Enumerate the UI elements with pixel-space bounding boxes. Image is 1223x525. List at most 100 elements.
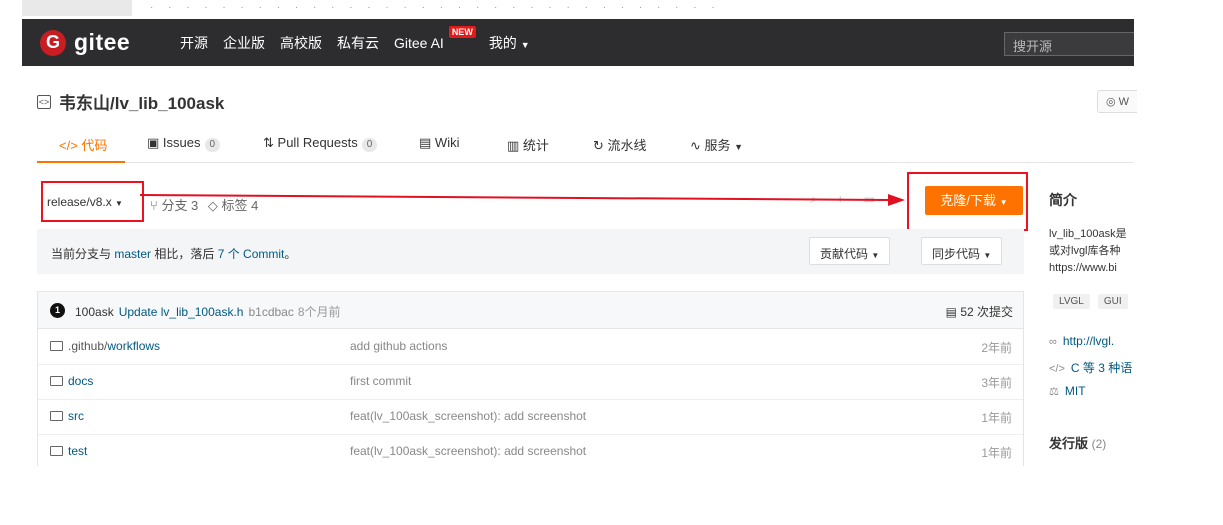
code-icon: </>: [1049, 363, 1065, 375]
file-commit-time: 2年前: [981, 341, 1012, 355]
nav-gitee-ai[interactable]: Gitee AI NEW: [394, 25, 476, 51]
homepage-link[interactable]: http://lvgl.: [1063, 334, 1114, 348]
sync-label: 同步代码: [932, 247, 981, 261]
browser-tab[interactable]: [22, 0, 132, 16]
folder-icon: [50, 341, 63, 351]
clone-button-label: 克隆/下载: [940, 193, 997, 208]
search-input[interactable]: 搜开源: [1004, 32, 1134, 56]
file-commit-time: 1年前: [981, 411, 1012, 425]
description-link[interactable]: https://www.bi: [1049, 260, 1127, 277]
folder-icon: [50, 376, 63, 386]
file-name-label: docs: [68, 374, 94, 388]
file-name[interactable]: .github/workflows: [50, 339, 160, 353]
nav-education[interactable]: 高校版: [280, 33, 322, 53]
license-row: ⚖ MIT: [1049, 384, 1086, 398]
link-icon: ∞: [1049, 336, 1057, 348]
code-icon: </>: [59, 138, 78, 153]
total-commits-link[interactable]: ▤ 52 次提交: [946, 303, 1013, 320]
browser-tab-titles: · · · · · · · · · · · · · · · · · · · · …: [150, 2, 721, 13]
file-commit-time: 3年前: [981, 376, 1012, 390]
license-link[interactable]: MIT: [1065, 384, 1086, 398]
file-name[interactable]: test: [50, 444, 87, 458]
tab-pull-requests[interactable]: ⇅ Pull Requests 0: [263, 135, 378, 152]
table-row[interactable]: docs first commit 3年前: [38, 364, 1023, 400]
sync-button[interactable]: 同步代码 ▼: [921, 237, 1003, 265]
base-branch-link[interactable]: master: [114, 247, 151, 261]
table-row[interactable]: .github/workflows add github actions 2年前: [38, 329, 1023, 365]
intro-heading: 简介: [1049, 192, 1077, 208]
file-commit-message[interactable]: feat(lv_100ask_screenshot): add screensh…: [350, 409, 586, 423]
tab-pipeline-label: 流水线: [607, 138, 647, 153]
file-commit-time: 1年前: [981, 446, 1012, 460]
contribute-button[interactable]: 贡献代码 ▼: [809, 237, 891, 265]
issues-icon: ▣: [147, 135, 160, 150]
behind-commits-link[interactable]: 7 个 Commit: [218, 247, 285, 261]
watch-button[interactable]: ◎ W: [1097, 90, 1137, 113]
languages-link[interactable]: C 等 3 种语: [1071, 361, 1132, 375]
tab-stats[interactable]: ▥ 统计: [507, 135, 549, 154]
commit-hash[interactable]: b1cdbac: [248, 305, 293, 319]
languages-row: </> C 等 3 种语: [1049, 359, 1132, 376]
pull-request-icon: ⇅: [263, 135, 274, 150]
commit-time: 8个月前: [297, 305, 341, 319]
tab-wiki-label: Wiki: [434, 135, 460, 150]
tab-pipeline[interactable]: ↻ 流水线: [593, 135, 647, 154]
pipeline-icon: ↻: [593, 138, 604, 153]
folder-icon: [50, 446, 63, 456]
nav-private-cloud[interactable]: 私有云: [337, 33, 379, 53]
avatar[interactable]: 1: [50, 303, 65, 318]
browser-tab-strip: · · · · · · · · · · · · · · · · · · · · …: [0, 0, 1223, 19]
chevron-down-icon: ▼: [520, 39, 530, 50]
gitee-logo[interactable]: G gitee: [40, 29, 130, 56]
latest-commit-info: 100ask Update lv_lib_100ask.h b1cdbac 8个月前: [75, 303, 341, 320]
compare-middle: 相比，落后: [151, 247, 218, 261]
topic-tag[interactable]: LVGL: [1053, 294, 1090, 309]
nav-open-source[interactable]: 开源: [180, 33, 208, 53]
repo-title[interactable]: 韦东山/lv_lib_100ask: [59, 89, 224, 114]
table-row[interactable]: test feat(lv_100ask_screenshot): add scr…: [38, 434, 1023, 466]
branch-select[interactable]: release/v8.x ▼: [41, 181, 144, 222]
tab-services[interactable]: ∿ 服务 ▼: [690, 135, 743, 154]
tab-wiki[interactable]: ▤ Wiki: [419, 135, 459, 151]
commit-message[interactable]: Update lv_lib_100ask.h: [119, 305, 244, 319]
tab-services-label: 服务: [704, 138, 731, 153]
tab-pr-label: Pull Requests: [277, 135, 358, 150]
nav-enterprise[interactable]: 企业版: [223, 33, 265, 53]
book-icon: ▤: [419, 135, 432, 150]
releases-count: (2): [1091, 437, 1107, 451]
table-row[interactable]: src feat(lv_100ask_screenshot): add scre…: [38, 399, 1023, 435]
description-line: lv_lib_100ask是: [1049, 228, 1127, 240]
bar-chart-icon: ▥: [507, 138, 520, 153]
watch-label: W: [1118, 96, 1130, 108]
chevron-down-icon: ▼: [999, 198, 1008, 207]
compare-prefix: 当前分支与: [51, 247, 115, 261]
repo-tabs: </> 代码 ▣ Issues 0 ⇅ Pull Requests 0 ▤ Wiki…: [37, 126, 1134, 163]
gitee-logo-text: gitee: [74, 29, 131, 55]
releases-heading[interactable]: 发行版 (2): [1049, 433, 1106, 452]
file-name[interactable]: docs: [50, 374, 93, 388]
pr-count: 0: [361, 138, 378, 152]
file-table: 1 100ask Update lv_lib_100ask.h b1cdbac 8个月…: [37, 291, 1024, 466]
file-commit-message[interactable]: add github actions: [350, 339, 447, 353]
commit-list-icon: ▤: [945, 305, 957, 319]
tab-code-label: 代码: [81, 138, 108, 153]
latest-commit-row: 1 100ask Update lv_lib_100ask.h b1cdbac 8个月…: [38, 292, 1023, 329]
annotation-arrow: [140, 194, 905, 206]
topic-tag[interactable]: GUI: [1097, 294, 1128, 309]
commit-author[interactable]: 100ask: [75, 305, 114, 319]
homepage-row: ∞ http://lvgl.: [1049, 334, 1114, 348]
branch-compare-bar: 当前分支与 master 相比，落后 7 个 Commit。 贡献代码 ▼ 同步…: [37, 229, 1024, 274]
file-commit-message[interactable]: first commit: [350, 374, 411, 388]
folder-icon: [50, 411, 63, 421]
nav-mine-label: 我的: [488, 34, 517, 51]
clone-download-button[interactable]: 克隆/下载 ▼: [925, 186, 1023, 215]
eye-icon: ◎: [1106, 96, 1116, 108]
nav-mine[interactable]: 我的 ▼: [489, 33, 530, 53]
compare-text: 当前分支与 master 相比，落后 7 个 Commit。: [51, 245, 296, 262]
tab-code[interactable]: </> 代码: [59, 135, 107, 154]
file-name[interactable]: src: [50, 409, 84, 423]
tab-issues-label: Issues: [162, 135, 201, 150]
tab-issues[interactable]: ▣ Issues 0: [147, 135, 221, 152]
chevron-down-icon: ▼: [734, 142, 744, 152]
file-commit-message[interactable]: feat(lv_100ask_screenshot): add screensh…: [350, 444, 586, 458]
